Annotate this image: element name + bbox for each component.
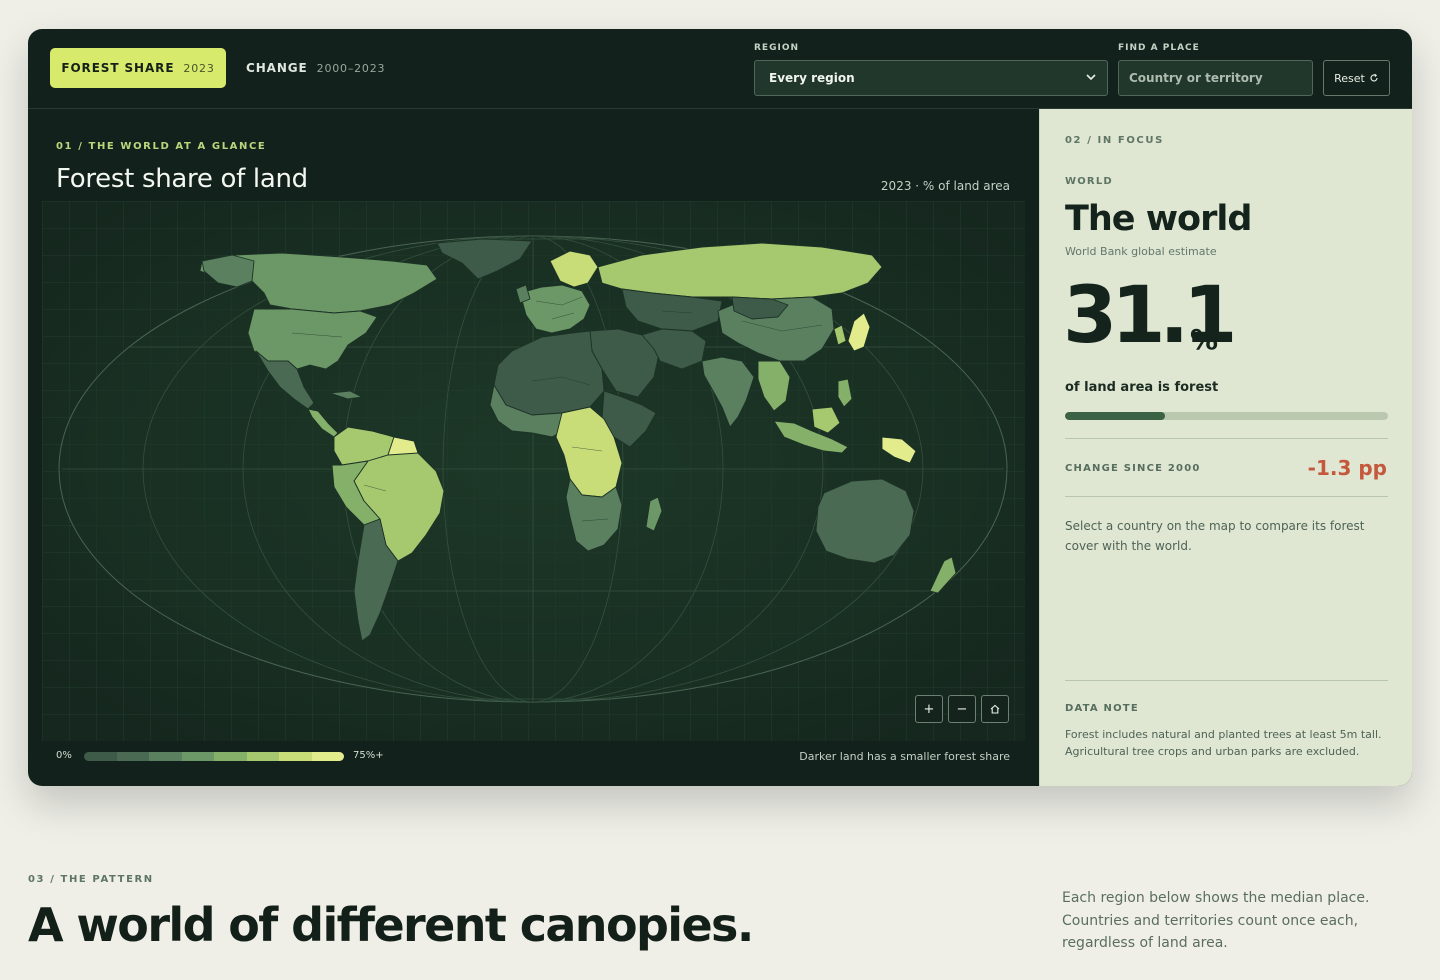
data-note-text: Forest includes natural and planted tree… [1065,728,1382,758]
region-select-value: Every region [769,71,855,85]
legend-swatch [116,752,149,761]
divider [1065,680,1388,681]
zoom-in-button[interactable]: + [915,695,943,723]
tab-change-label: CHANGE [246,61,308,75]
focus-panel: 02 / IN FOCUS WORLD The world World Bank… [1039,109,1412,786]
legend-swatch [246,752,279,761]
legend-note: Darker land has a smaller forest share [799,750,1010,763]
focus-place-name: The world [1065,199,1252,239]
legend-swatch [149,752,182,761]
legend-swatch [214,752,247,761]
legend-swatch [84,752,117,761]
chevron-down-icon [1086,74,1096,81]
zoom-out-button[interactable]: − [948,695,976,723]
legend-swatch [311,752,344,761]
reset-label: Reset [1334,71,1365,85]
tab-change[interactable]: CHANGE 2000–2023 [246,48,385,88]
find-label: FIND A PLACE [1118,43,1200,53]
divider [1065,496,1388,497]
tab-forest-share-label: FOREST SHARE [61,61,175,75]
legend-min-label: 0% [56,750,72,761]
legend-max-label: 75%+ [353,750,384,761]
legend-swatch [279,752,312,761]
focus-help-text: Select a country on the map to compare i… [1065,519,1365,553]
legend-color-scale [84,752,344,761]
focus-kicker: 02 / IN FOCUS [1065,135,1164,146]
world-map[interactable] [42,201,1025,741]
map-panel: 01 / THE WORLD AT A GLANCE Forest share … [28,109,1039,786]
zoom-home-button[interactable] [981,695,1009,723]
forest-share-bar [1065,412,1388,420]
zoom-in-label: + [923,701,935,717]
focus-caption: of land area is forest [1065,380,1219,395]
change-label: CHANGE SINCE 2000 [1065,463,1201,474]
refresh-icon [1370,73,1378,82]
data-note-label: DATA NOTE [1065,703,1139,714]
top-bar: FOREST SHARE 2023 CHANGE 2000–2023 REGIO… [28,29,1412,109]
map-subtitle: 2023 · % of land area [880,179,1010,193]
map-title: Forest share of land [56,164,308,194]
world-map-svg [42,201,1025,741]
focus-region-tag: WORLD [1065,176,1113,187]
divider [1065,438,1388,439]
change-value: -1.3 pp [1307,456,1387,480]
zoom-out-label: − [956,701,968,717]
tab-forest-share-year: 2023 [183,61,215,75]
focus-unit: % [1190,323,1219,356]
forest-share-fill [1065,412,1166,420]
section-kicker: 03 / THE PATTERN [28,874,154,885]
tab-forest-share[interactable]: FOREST SHARE 2023 [50,48,226,88]
tab-change-range: 2000–2023 [316,61,386,75]
place-search-input[interactable] [1118,60,1313,96]
focus-source: World Bank global estimate [1065,245,1217,258]
reset-button[interactable]: Reset [1323,60,1390,96]
legend-swatch [181,752,214,761]
home-icon [990,704,1000,714]
section-text: Each region below shows the median place… [1062,890,1370,951]
region-select[interactable]: Every region [754,60,1108,96]
section-title: A world of different canopies. [28,898,754,952]
map-kicker: 01 / THE WORLD AT A GLANCE [56,141,267,152]
forest-dashboard: FOREST SHARE 2023 CHANGE 2000–2023 REGIO… [28,29,1412,786]
region-label: REGION [754,43,799,53]
